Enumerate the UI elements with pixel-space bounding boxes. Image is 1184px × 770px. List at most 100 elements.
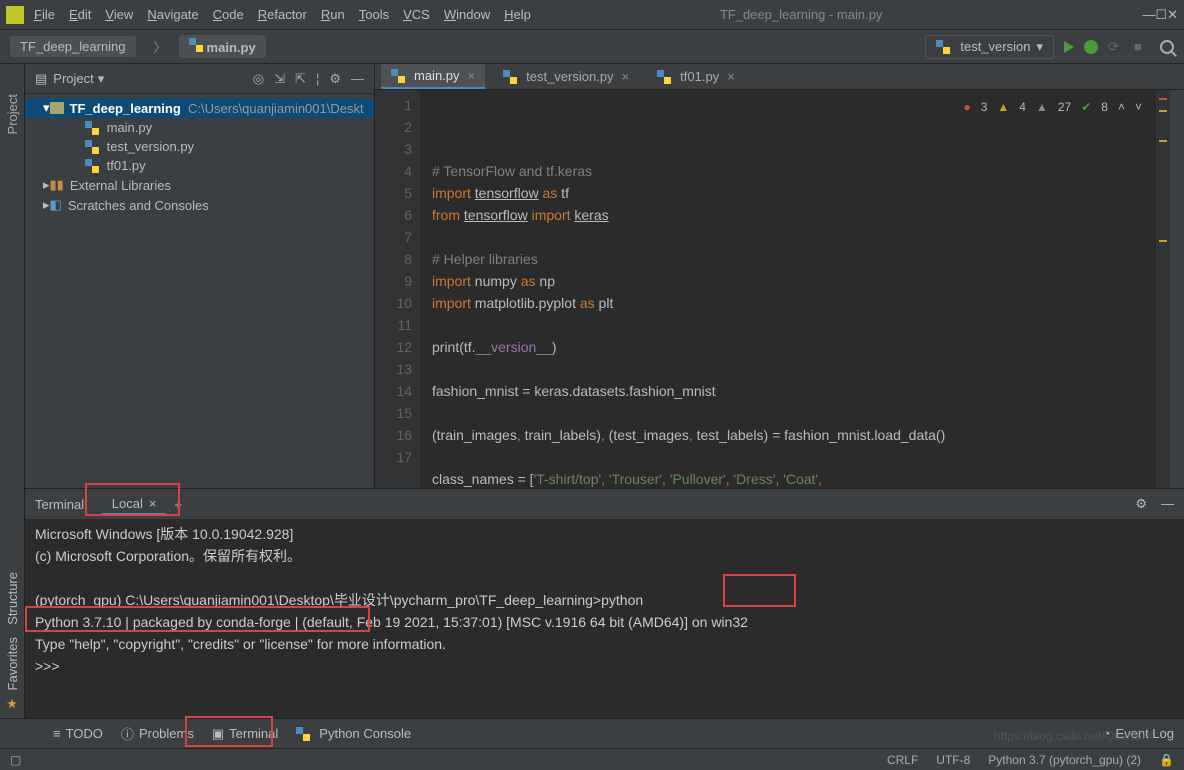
tree-scratches[interactable]: ▸ ◧ Scratches and Consoles — [25, 195, 374, 215]
python-icon — [189, 38, 203, 52]
folder-icon: ▤ — [35, 71, 47, 87]
hide-icon[interactable]: — — [1161, 496, 1174, 512]
chevron-down-icon[interactable]: ˅ — [1135, 96, 1142, 118]
chevron-down-icon: ▾ — [1036, 39, 1043, 55]
star-icon: ★ — [6, 696, 18, 712]
hide-icon[interactable]: — — [351, 71, 364, 87]
expand-icon[interactable]: ⇱ — [295, 71, 306, 87]
add-terminal-button[interactable]: + — [174, 497, 182, 512]
structure-tool-tab[interactable]: Structure — [5, 572, 20, 625]
folder-icon — [50, 102, 64, 114]
toolbar: TF_deep_learning 〉 main.py test_version … — [0, 30, 1184, 64]
menu-refactor[interactable]: Refactor — [258, 7, 307, 22]
interpreter[interactable]: Python 3.7 (pytorch_gpu) (2) — [988, 753, 1141, 767]
list-icon: ≡ — [53, 726, 61, 741]
library-icon: ▮▮ — [50, 177, 64, 193]
lock-icon[interactable]: 🔒 — [1159, 753, 1174, 767]
locate-icon[interactable]: ◎ — [253, 71, 264, 87]
chevron-up-icon[interactable]: ˄ — [1118, 96, 1125, 118]
breadcrumb-file[interactable]: main.py — [179, 35, 266, 58]
maximize-button[interactable]: ☐ — [1155, 7, 1167, 23]
python-console-button[interactable]: Python Console — [296, 726, 411, 741]
favorites-tool-tab[interactable]: Favorites — [5, 637, 20, 690]
app-icon — [6, 6, 24, 24]
python-icon — [85, 121, 99, 135]
python-icon — [657, 70, 671, 84]
line-gutter[interactable]: 1234567891011121314151617 — [375, 90, 420, 488]
event-log-button[interactable]: ◔Event Log — [1103, 726, 1174, 741]
menu-edit[interactable]: Edit — [69, 7, 91, 22]
divider-icon: ¦ — [316, 71, 319, 87]
terminal-title: Terminal: — [35, 497, 88, 512]
run-config-selector[interactable]: test_version ▾ — [925, 35, 1054, 59]
tree-file[interactable]: test_version.py — [25, 137, 374, 156]
warning-icon: ▲ — [997, 96, 1009, 118]
editor-tabs: main.py× test_version.py× tf01.py× — [375, 64, 1184, 90]
tree-root[interactable]: ▾ TF_deep_learning C:\Users\quanjiamin00… — [25, 98, 374, 118]
left-tool-stripe: Project — [0, 64, 25, 488]
close-button[interactable]: ✕ — [1167, 7, 1178, 23]
gear-icon[interactable]: ⚙ — [1135, 496, 1147, 512]
python-icon — [296, 727, 310, 741]
breadcrumb-project[interactable]: TF_deep_learning — [10, 36, 136, 57]
python-icon — [85, 159, 99, 173]
tree-external-libs[interactable]: ▸ ▮▮ External Libraries — [25, 175, 374, 195]
tree-file[interactable]: main.py — [25, 118, 374, 137]
project-tool-tab[interactable]: Project — [5, 94, 20, 134]
python-icon — [503, 70, 517, 84]
terminal-panel: Terminal: Local× + ⚙ — Microsoft Windows… — [25, 488, 1184, 718]
error-stripe[interactable] — [1156, 90, 1170, 488]
menu-vcs[interactable]: VCS — [403, 7, 430, 22]
menu-tools[interactable]: Tools — [359, 7, 389, 22]
gear-icon[interactable]: ⚙ — [329, 71, 341, 87]
menu-window[interactable]: Window — [444, 7, 490, 22]
typo-icon: ✔ — [1081, 96, 1091, 118]
project-panel: ▤ Project ▾ ◎ ⇲ ⇱ ¦ ⚙ — ▾ TF_deep_learni… — [25, 64, 375, 488]
terminal-output[interactable]: Microsoft Windows [版本 10.0.19042.928](c)… — [25, 519, 1184, 718]
right-rail — [1170, 90, 1184, 488]
collapse-icon[interactable]: ⇲ — [274, 71, 285, 87]
stop-button: ■ — [1134, 39, 1150, 55]
terminal-button[interactable]: ▣Terminal — [212, 726, 278, 742]
search-everywhere-icon[interactable] — [1160, 40, 1174, 54]
close-icon[interactable]: × — [468, 68, 476, 83]
terminal-icon: ▣ — [212, 726, 224, 742]
line-sep[interactable]: CRLF — [887, 753, 918, 767]
debug-button[interactable] — [1084, 40, 1098, 54]
window-title: TF_deep_learning - main.py — [720, 7, 883, 22]
minimize-button[interactable]: — — [1142, 7, 1155, 22]
editor-tab[interactable]: tf01.py× — [647, 65, 745, 88]
tree-file[interactable]: tf01.py — [25, 156, 374, 175]
python-icon — [391, 69, 405, 83]
inspection-summary[interactable]: ●3 ▲4 ▲27 ✔8 ˄ ˅ — [963, 96, 1142, 118]
bottom-toolbar: ≡TODO ⓘProblems ▣Terminal Python Console… — [0, 718, 1184, 748]
close-icon[interactable]: × — [622, 69, 630, 84]
close-icon[interactable]: × — [727, 69, 735, 84]
menubar: File Edit View Navigate Code Refactor Run Tools… — [0, 0, 1184, 30]
editor: main.py× test_version.py× tf01.py× 1234567… — [375, 64, 1184, 488]
terminal-tab-local[interactable]: Local× — [102, 494, 167, 515]
info-icon: ⓘ — [121, 724, 134, 743]
menu-code[interactable]: Code — [213, 7, 244, 22]
editor-tab[interactable]: main.py× — [381, 64, 485, 89]
chevron-down-icon[interactable]: ▾ — [98, 71, 105, 87]
close-icon[interactable]: × — [149, 496, 157, 511]
tool-windows-icon[interactable]: ▢ — [10, 753, 21, 767]
coverage-button[interactable]: ⟳ — [1108, 39, 1124, 55]
error-icon: ● — [963, 96, 970, 118]
problems-button[interactable]: ⓘProblems — [121, 724, 194, 743]
python-icon — [936, 40, 950, 54]
encoding[interactable]: UTF-8 — [936, 753, 970, 767]
menu-navigate[interactable]: Navigate — [147, 7, 198, 22]
menu-file[interactable]: File — [34, 7, 55, 22]
code-content[interactable]: ●3 ▲4 ▲27 ✔8 ˄ ˅ # TensorFlow and tf.ker… — [420, 90, 1156, 488]
run-button[interactable] — [1064, 41, 1074, 53]
todo-button[interactable]: ≡TODO — [53, 726, 103, 741]
project-panel-title[interactable]: Project — [53, 71, 93, 86]
python-icon — [85, 140, 99, 154]
menu-run[interactable]: Run — [321, 7, 345, 22]
menu-view[interactable]: View — [105, 7, 133, 22]
editor-tab[interactable]: test_version.py× — [493, 65, 639, 88]
menu-help[interactable]: Help — [504, 7, 531, 22]
project-tree[interactable]: ▾ TF_deep_learning C:\Users\quanjiamin00… — [25, 94, 374, 219]
